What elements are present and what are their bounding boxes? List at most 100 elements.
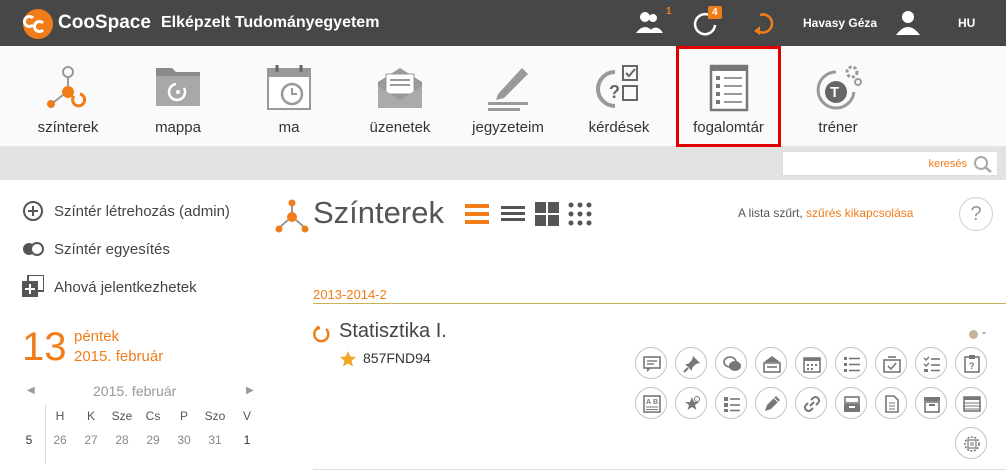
course-bullet-list-button[interactable]: [715, 387, 747, 419]
course-title-link[interactable]: Statisztika I.: [339, 320, 447, 343]
calendar-day[interactable]: 28: [107, 433, 137, 447]
plus-circle-icon: [23, 201, 43, 221]
user-avatar-icon[interactable]: [893, 9, 923, 37]
back-arrow-icon[interactable]: [750, 9, 780, 37]
course-refresh-icon: [313, 326, 330, 343]
language-selector[interactable]: HU: [958, 16, 975, 30]
tool-today[interactable]: ma: [244, 46, 334, 147]
tool-label: üzenetek: [369, 119, 431, 136]
view-grid-icon[interactable]: [534, 201, 560, 227]
quiz-icon: ?: [596, 65, 638, 108]
calendar-day[interactable]: 27: [76, 433, 106, 447]
course-checklist-button[interactable]: [915, 347, 947, 379]
search-input[interactable]: [789, 155, 967, 173]
page-title: Színterek: [313, 195, 444, 230]
status-dot: [969, 330, 978, 339]
pin-icon: [683, 356, 700, 373]
help-button[interactable]: ?: [959, 197, 993, 231]
star-icon[interactable]: [339, 350, 357, 368]
course-pin-button[interactable]: [675, 347, 707, 379]
tool-label: ma: [278, 119, 300, 136]
envelope-icon: [378, 68, 422, 108]
settings-icon: [964, 436, 980, 452]
calendar-weekday-header: Sze: [111, 409, 133, 423]
course-glossary-button[interactable]: AB: [635, 387, 667, 419]
tool-label: jegyzeteim: [472, 119, 544, 136]
tool-notes[interactable]: jegyzeteim: [463, 46, 553, 147]
tool-questions[interactable]: ? kérdések: [574, 46, 664, 147]
calendar-day[interactable]: 26: [45, 433, 75, 447]
calendar-weekday-header: Cs: [145, 409, 161, 423]
merge-icon: [23, 242, 44, 256]
merge-scenes-button[interactable]: Színtér egyesítés: [22, 238, 170, 260]
view-list-large-icon[interactable]: [464, 201, 490, 227]
tool-scenes[interactable]: színterek: [23, 46, 113, 147]
filter-text: A lista szűrt,: [738, 206, 803, 220]
coospace-logo-icon[interactable]: [22, 8, 54, 40]
course-edit-button[interactable]: [755, 387, 787, 419]
action-label: Színtér létrehozás (admin): [54, 202, 230, 220]
svg-text:B: B: [653, 399, 658, 406]
brand-name[interactable]: CooSpace: [58, 12, 151, 34]
people-icon[interactable]: [634, 9, 664, 37]
checklist-icon: [923, 356, 940, 372]
course-clipboard-button[interactable]: ?: [955, 347, 987, 379]
view-list-compact-icon[interactable]: [500, 201, 526, 227]
pen-icon: [765, 396, 780, 411]
filter-status: A lista szűrt, szűrés kikapcsolása: [738, 206, 913, 220]
task-icon: [883, 356, 901, 373]
calendar-day[interactable]: 31: [200, 433, 230, 447]
course-settings-button[interactable]: [955, 427, 987, 459]
pencil-notes-icon: [488, 68, 528, 111]
today-weekday: péntek: [74, 328, 120, 345]
tool-messages[interactable]: üzenetek: [355, 46, 445, 147]
disable-filter-link[interactable]: szűrés kikapcsolása: [806, 206, 913, 220]
calendar-day[interactable]: 1: [232, 433, 262, 447]
course-rating-button[interactable]: [675, 387, 707, 419]
search-box: [782, 151, 998, 176]
svg-text:T: T: [830, 84, 839, 101]
course-archive-button[interactable]: [835, 387, 867, 419]
calendar-icon: [803, 357, 821, 373]
calendar-day[interactable]: 30: [169, 433, 199, 447]
tool-label: fogalomtár: [693, 119, 764, 136]
course-chat-button[interactable]: [715, 347, 747, 379]
sync-count-badge: 4: [708, 6, 722, 19]
course-document-button[interactable]: [875, 387, 907, 419]
username[interactable]: Havasy Géza: [803, 16, 877, 30]
calendar-week-number: 5: [25, 433, 33, 447]
svg-text:?: ?: [969, 361, 975, 371]
course-forum-button[interactable]: [635, 347, 667, 379]
semester-divider: [313, 303, 1006, 304]
search-icon[interactable]: [973, 155, 993, 173]
tool-glossary[interactable]: fogalomtár: [676, 46, 781, 147]
chat-icon: [723, 356, 741, 371]
view-tiles-icon[interactable]: [567, 201, 593, 227]
course-inbox-button[interactable]: [755, 347, 787, 379]
tool-trainer[interactable]: T tréner: [793, 46, 883, 147]
today-day-number: 13: [22, 325, 67, 369]
create-scene-admin-button[interactable]: Színtér létrehozás (admin): [22, 200, 230, 222]
calendar-day[interactable]: 29: [138, 433, 168, 447]
calendar-weekday-header: H: [55, 409, 65, 423]
calendar-weekday-header: Szo: [204, 409, 226, 423]
course-list-button[interactable]: [835, 347, 867, 379]
action-label: Színtér egyesítés: [54, 240, 170, 258]
course-task-button[interactable]: [875, 347, 907, 379]
available-enrollments-button[interactable]: Ahová jelentkezhetek: [22, 275, 197, 298]
calendar-prev-button[interactable]: ◀: [27, 385, 35, 396]
calendar-next-button[interactable]: ▶: [246, 385, 254, 396]
svg-text:A: A: [646, 399, 651, 406]
tool-folder[interactable]: mappa: [133, 46, 223, 147]
tool-label: kérdések: [588, 119, 650, 136]
calendar-weekday-header: K: [86, 409, 95, 423]
bullet-list-icon: [724, 397, 740, 412]
scenes-icon: [47, 66, 87, 108]
calendar-today-icon: [267, 65, 311, 110]
course-link-button[interactable]: [795, 387, 827, 419]
course-table-button[interactable]: [955, 387, 987, 419]
list-bottom-divider: [313, 469, 1006, 470]
search-strip: [0, 147, 1006, 180]
course-box-button[interactable]: [915, 387, 947, 419]
course-calendar-button[interactable]: [795, 347, 827, 379]
